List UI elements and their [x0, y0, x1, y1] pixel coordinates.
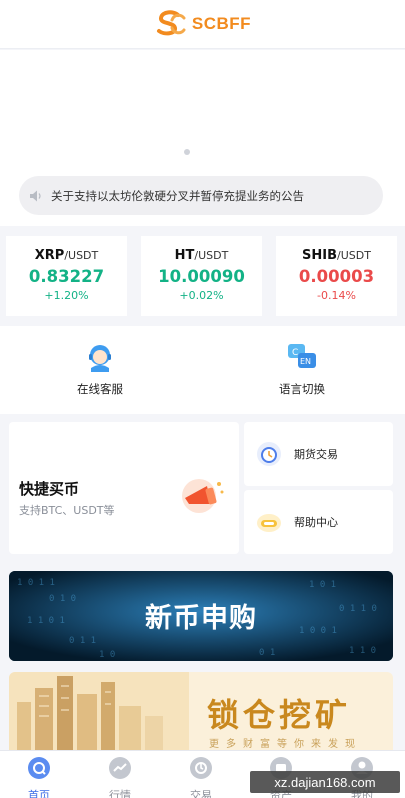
language-switch-button[interactable]: C EN 语言切换 [252, 342, 352, 397]
ticker-card-ht[interactable]: HT/USDT 10.00090 +0.02% [141, 236, 262, 316]
service-label: 在线客服 [77, 382, 123, 396]
svg-text:C: C [292, 348, 298, 358]
promo-subtitle: 更多财富等你来发现 [209, 739, 362, 750]
ticker-price: 0.00003 [298, 267, 375, 286]
trade-icon [190, 757, 212, 779]
ticker-quote: /USDT [64, 249, 99, 262]
ticker-quote: /USDT [194, 249, 229, 262]
tab-market[interactable]: 行情 [90, 756, 150, 798]
site-watermark: xz.dajian168.com [250, 771, 400, 793]
ticker-change: +1.20% [44, 289, 89, 302]
ticker-symbol: XRP [34, 248, 65, 263]
ticker-price: 10.00090 [158, 267, 245, 286]
help-icon [257, 514, 281, 532]
city-skyline-graphic [9, 672, 189, 752]
svg-text:1 1 0: 1 1 0 [349, 646, 376, 656]
tab-label: 行情 [109, 789, 131, 798]
service-shortcuts: 在线客服 C EN 语言切换 [0, 326, 405, 414]
feature-grid: 快捷买币 支持BTC、USDT等 期货交易 帮助中心 [0, 414, 405, 564]
promo-title: 新币申购 [145, 603, 257, 634]
svg-text:0 1: 0 1 [259, 648, 275, 658]
ticker-pair: XRP/USDT [6, 248, 127, 263]
tab-trade[interactable]: 交易 [171, 756, 231, 798]
ticker-quote: /USDT [337, 249, 371, 262]
ticker-card-shib[interactable]: SHIB/USDT 0.00003 -0.14% [276, 236, 397, 316]
help-center-card[interactable]: 帮助中心 [244, 490, 393, 554]
market-icon [109, 757, 131, 779]
ticker-pair: HT/USDT [141, 248, 262, 263]
futures-trading-card[interactable]: 期货交易 [244, 422, 393, 486]
ticker-pair: SHIB/USDT [276, 248, 397, 263]
promo-title: 锁仓挖矿 [207, 696, 352, 734]
svg-text:EN: EN [300, 357, 311, 366]
quick-buy-title: 快捷买币 [19, 480, 80, 498]
svg-text:1 0 1: 1 0 1 [309, 580, 336, 590]
ticker-row: XRP/USDT 0.83227 +1.20% HT/USDT 10.00090… [0, 226, 405, 326]
carousel-indicator[interactable] [184, 149, 190, 155]
ticker-change: -0.14% [317, 289, 356, 302]
tab-home[interactable]: 首页 [9, 756, 69, 798]
side-card-label: 帮助中心 [294, 516, 338, 529]
ticker-price: 0.83227 [28, 267, 105, 286]
tab-label: 交易 [190, 789, 212, 798]
megaphone-icon [182, 479, 224, 513]
language-switch-icon: C EN [288, 344, 316, 368]
svg-text:1 0: 1 0 [99, 650, 115, 660]
futures-icon [257, 442, 281, 466]
ticker-symbol: HT [174, 248, 195, 263]
banner-carousel[interactable] [0, 50, 405, 170]
ticker-card-xrp[interactable]: XRP/USDT 0.83227 +1.20% [6, 236, 127, 316]
customer-service-icon [89, 345, 111, 372]
home-icon [28, 757, 50, 779]
app-header: SCBFF [0, 0, 405, 49]
side-card-label: 期货交易 [294, 448, 338, 461]
quick-buy-subtitle: 支持BTC、USDT等 [19, 504, 115, 517]
lockup-mining-banner[interactable]: 锁仓挖矿 更多财富等你来发现 [9, 672, 393, 752]
brand-name: SCBFF [191, 14, 252, 33]
scbff-logo-icon [156, 10, 186, 36]
tab-label: 首页 [28, 789, 50, 798]
speaker-icon [30, 190, 41, 201]
service-label: 语言切换 [279, 382, 325, 396]
notice-section: 关于支持以太坊伦敦硬分叉并暂停充提业务的公告 [0, 170, 405, 226]
notice-text: 关于支持以太坊伦敦硬分叉并暂停充提业务的公告 [51, 188, 304, 203]
ticker-change: +0.02% [179, 289, 224, 302]
notice-bar[interactable]: 关于支持以太坊伦敦硬分叉并暂停充提业务的公告 [19, 176, 383, 215]
quick-buy-card[interactable]: 快捷买币 支持BTC、USDT等 [9, 422, 239, 554]
ticker-symbol: SHIB [302, 248, 338, 263]
customer-service-button[interactable]: 在线客服 [50, 342, 150, 397]
svg-text:0 1 1: 0 1 1 [69, 636, 96, 646]
svg-text:1 0 1 1: 1 0 1 1 [17, 578, 55, 588]
new-coin-subscription-banner[interactable]: 1 0 1 10 1 01 1 0 1 0 1 11 0 10 1 1 0 1 … [9, 571, 393, 661]
